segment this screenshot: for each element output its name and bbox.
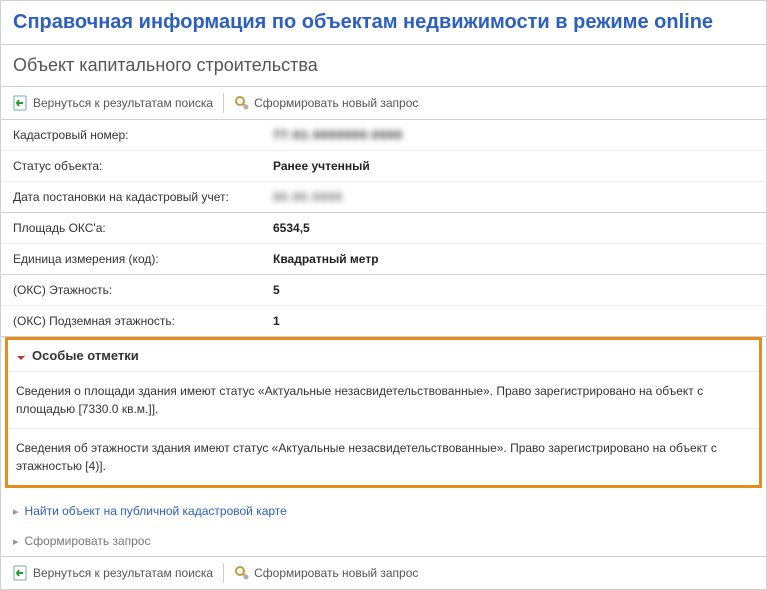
page-container: Справочная информация по объектам недвиж… [0, 0, 767, 590]
note-item: Сведения о площади здания имеют статус «… [8, 372, 759, 429]
search-gear-icon [234, 565, 250, 581]
new-request-label: Сформировать новый запрос [254, 96, 418, 110]
field-label: Площадь ОКС'a: [13, 221, 273, 235]
back-to-results-button[interactable]: Вернуться к результатам поиска [13, 95, 213, 111]
field-value-blurred: 00.00.0000 [273, 190, 754, 204]
back-label: Вернуться к результатам поиска [33, 566, 213, 580]
toolbar-separator [223, 93, 224, 113]
chevron-right-icon: ▸ [13, 535, 19, 548]
back-label: Вернуться к результатам поиска [33, 96, 213, 110]
field-label: (ОКС) Этажность: [13, 283, 273, 297]
new-request-button[interactable]: Сформировать новый запрос [234, 95, 418, 111]
back-arrow-icon [13, 95, 29, 111]
toolbar-separator [223, 563, 224, 583]
search-gear-icon [234, 95, 250, 111]
special-notes-panel: Особые отметки Сведения о площади здания… [5, 337, 762, 488]
field-row-status: Статус объекта: Ранее учтенный [1, 151, 766, 182]
back-to-results-button[interactable]: Вернуться к результатам поиска [13, 565, 213, 581]
toolbar-bottom: Вернуться к результатам поиска Сформиров… [1, 557, 766, 589]
special-notes-title: Особые отметки [32, 348, 139, 363]
field-value-blurred: 77:01:0000000:0000 [273, 128, 754, 142]
field-value: 5 [273, 283, 754, 297]
special-notes-header[interactable]: Особые отметки [8, 340, 759, 372]
field-value: 6534,5 [273, 221, 754, 235]
field-label: (ОКС) Подземная этажность: [13, 314, 273, 328]
field-row-unit: Единица измерения (код): Квадратный метр [1, 244, 766, 275]
new-request-label: Сформировать новый запрос [254, 566, 418, 580]
object-type-title: Объект капитального строительства [1, 45, 766, 87]
caret-down-icon [16, 351, 26, 361]
details-section: Кадастровый номер: 77:01:0000000:0000 Ст… [1, 120, 766, 337]
note-item: Сведения об этажности здания имеют стату… [8, 429, 759, 485]
field-row-area: Площадь ОКС'a: 6534,5 [1, 213, 766, 244]
find-on-map-link[interactable]: Найти объект на публичной кадастровой ка… [25, 504, 287, 518]
field-label: Дата постановки на кадастровый учет: [13, 190, 273, 204]
field-row-floors: (ОКС) Этажность: 5 [1, 275, 766, 306]
chevron-right-icon: ▸ [13, 505, 19, 518]
form-request-row: ▸ Сформировать запрос [1, 526, 766, 557]
field-label: Статус объекта: [13, 159, 273, 173]
form-request-label: Сформировать запрос [25, 534, 151, 548]
new-request-button[interactable]: Сформировать новый запрос [234, 565, 418, 581]
back-arrow-icon [13, 565, 29, 581]
field-value: Квадратный метр [273, 252, 754, 266]
field-row-reg-date: Дата постановки на кадастровый учет: 00.… [1, 182, 766, 213]
field-row-underground-floors: (ОКС) Подземная этажность: 1 [1, 306, 766, 337]
field-label: Кадастровый номер: [13, 128, 273, 142]
field-value: 1 [273, 314, 754, 328]
toolbar-top: Вернуться к результатам поиска Сформиров… [1, 87, 766, 120]
field-value: Ранее учтенный [273, 159, 754, 173]
page-title: Справочная информация по объектам недвиж… [1, 1, 766, 45]
field-row-cadastral-number: Кадастровый номер: 77:01:0000000:0000 [1, 120, 766, 151]
field-label: Единица измерения (код): [13, 252, 273, 266]
